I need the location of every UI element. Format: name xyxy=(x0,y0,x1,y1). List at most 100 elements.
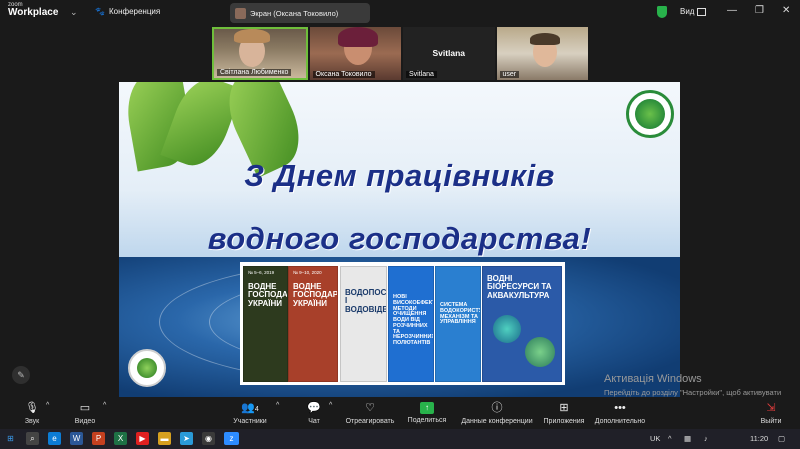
book-cover: СИСТЕМА ВОДОКОРИСТУВАННЯ. МЕХАНІЗМ ТА УП… xyxy=(435,266,481,382)
participant-strip: Світлана Любименко Оксана Токовило Svitl… xyxy=(212,27,588,80)
book-cover: НОВІ ВИСОКОЕФЕКТИВНІ МЕТОДИ ОЧИЩЕННЯ ВОД… xyxy=(388,266,434,382)
video-options-caret[interactable]: ^ xyxy=(103,402,106,409)
meeting-toolbar: 🎙 Звук ^ ▭ Видео ^ 👥4 Участники ^ 💬 Чат … xyxy=(0,399,800,429)
book-title: СИСТЕМА ВОДОКОРИСТУВАННЯ. МЕХАНІЗМ ТА УП… xyxy=(440,302,480,326)
heart-icon: ♡ xyxy=(365,402,375,414)
conference-label: Конференция xyxy=(108,7,161,16)
more-icon: ••• xyxy=(614,402,626,414)
book-issue: № 5–6, 2019 xyxy=(248,270,275,275)
windows-taskbar: ⊞ ⌕ e W P X ▶ ▬ ➤ ◉ z UK ^ ▦ ♪ 11:20 ▢ xyxy=(0,429,800,449)
participant-tile[interactable]: Svitlana Svitlana xyxy=(403,27,495,80)
participant-name: Оксана Токовило xyxy=(312,71,375,78)
chat-button[interactable]: 💬 Чат xyxy=(300,402,328,425)
tray-chevron-icon[interactable]: ^ xyxy=(668,434,672,443)
book-cover: № 9–10, 2020 ВОДНЕ ГОСПОДАРСТВО УКРАЇНИ xyxy=(288,266,338,382)
leave-icon: ⇲ xyxy=(766,402,776,414)
leave-button[interactable]: ⇲ Выйти xyxy=(757,402,785,425)
windows-activation-title: Активація Windows xyxy=(604,373,702,385)
participant-name: Svitlana xyxy=(406,71,437,78)
audio-label: Звук xyxy=(24,418,40,425)
book-cover: № 5–6, 2019 ВОДНЕ ГОСПОДАРСТВО УКРАЇНИ xyxy=(243,266,288,382)
view-label[interactable]: Вид xyxy=(680,7,694,16)
audio-options-caret[interactable]: ^ xyxy=(46,402,49,409)
presenter-avatar xyxy=(235,7,246,19)
edge-icon[interactable]: e xyxy=(48,432,61,445)
chrome-icon[interactable]: ◉ xyxy=(202,432,215,445)
screen-share-label: Экран (Оксана Токовило) xyxy=(250,8,339,18)
book-covers: № 5–6, 2019 ВОДНЕ ГОСПОДАРСТВО УКРАЇНИ №… xyxy=(240,262,565,385)
more-button[interactable]: ••• Дополнительно xyxy=(593,402,647,425)
zoom-logo: zoom Workplace xyxy=(8,2,58,18)
clock[interactable]: 11:20 xyxy=(750,434,768,443)
search-icon[interactable]: ⌕ xyxy=(26,432,39,445)
book-image xyxy=(493,315,521,343)
participants-label: Участники xyxy=(233,418,267,425)
participants-options-caret[interactable]: ^ xyxy=(276,402,279,409)
book-cover: ВОДОПОСТАЧАННЯ І ВОДОВІДВЕДЕННЯ xyxy=(340,266,387,382)
video-button[interactable]: ▭ Видео xyxy=(68,402,102,425)
volume-icon[interactable]: ♪ xyxy=(704,434,708,443)
participant-name: Світлана Любименко xyxy=(217,69,292,76)
university-emblem xyxy=(626,90,674,138)
more-label: Дополнительно xyxy=(594,418,646,425)
powerpoint-icon[interactable]: P xyxy=(92,432,105,445)
restore-icon[interactable]: ❐ xyxy=(755,5,764,16)
security-shield-icon[interactable] xyxy=(657,6,667,18)
participants-button[interactable]: 👥4 Участники xyxy=(228,402,272,425)
word-icon[interactable]: W xyxy=(70,432,83,445)
leave-label: Выйти xyxy=(760,418,782,425)
participant-tile[interactable]: Оксана Токовило xyxy=(309,27,401,80)
participants-icon: 👥4 xyxy=(241,402,259,414)
book-title: НОВІ ВИСОКОЕФЕКТИВНІ МЕТОДИ ОЧИЩЕННЯ ВОД… xyxy=(393,294,434,347)
conference-menu[interactable]: 🐾 Конференция xyxy=(95,7,160,16)
notifications-icon[interactable]: ▢ xyxy=(778,434,785,443)
share-label: Поделиться xyxy=(407,417,447,424)
library-emblem xyxy=(128,349,166,387)
participants-count: 4 xyxy=(254,406,259,413)
book-cover: ВОДНІ БІОРЕСУРСИ ТА АКВАКУЛЬТУРА xyxy=(482,266,562,382)
windows-start-icon[interactable]: ⊞ xyxy=(4,432,17,445)
participant-tile[interactable]: user xyxy=(496,27,588,80)
share-screen-button[interactable]: ↑ Поделиться xyxy=(405,402,449,424)
screen-share-indicator[interactable]: Экран (Оксана Токовило) xyxy=(230,3,370,23)
video-label: Видео xyxy=(74,418,96,425)
meeting-info-button[interactable]: ⓘ Данные конференции xyxy=(459,402,535,425)
apps-label: Приложения xyxy=(543,418,585,425)
paw-icon: 🐾 xyxy=(95,7,105,16)
share-screen-icon: ↑ xyxy=(420,402,434,414)
book-image xyxy=(525,337,555,367)
apps-button[interactable]: ⊞ Приложения xyxy=(541,402,587,425)
network-icon[interactable]: ▦ xyxy=(684,434,691,443)
telegram-icon[interactable]: ➤ xyxy=(180,432,193,445)
book-title: ВОДОПОСТАЧАННЯ І ВОДОВІДВЕДЕННЯ xyxy=(345,288,387,314)
info-icon: ⓘ xyxy=(491,402,503,414)
microphone-icon: 🎙 xyxy=(25,402,39,414)
zoom-taskbar-icon[interactable]: z xyxy=(224,432,239,445)
chat-options-caret[interactable]: ^ xyxy=(329,402,332,409)
participant-tile[interactable]: Світлана Любименко xyxy=(212,27,308,80)
audio-button[interactable]: 🎙 Звук xyxy=(18,402,46,425)
folder-icon[interactable]: ▬ xyxy=(158,432,171,445)
meeting-info-label: Данные конференции xyxy=(461,418,533,425)
participant-name: user xyxy=(499,71,520,78)
book-issue: № 9–10, 2020 xyxy=(293,270,322,275)
video-camera-icon: ▭ xyxy=(79,402,91,414)
participant-center-name: Svitlana xyxy=(432,48,466,58)
reactions-button[interactable]: ♡ Отреагировать xyxy=(343,402,397,425)
annotate-pencil-icon[interactable]: ✎ xyxy=(12,366,30,384)
top-bar: zoom Workplace ⌄ 🐾 Конференция Экран (Ок… xyxy=(0,0,800,26)
chevron-down-icon[interactable]: ⌄ xyxy=(70,7,78,18)
close-icon[interactable]: ✕ xyxy=(782,5,790,16)
view-grid-icon[interactable] xyxy=(697,8,706,16)
excel-icon[interactable]: X xyxy=(114,432,127,445)
language-indicator[interactable]: UK xyxy=(650,434,660,443)
logo-big-text: Workplace xyxy=(8,7,59,18)
reactions-label: Отреагировать xyxy=(345,418,395,425)
youtube-icon[interactable]: ▶ xyxy=(136,432,149,445)
participant-hair xyxy=(529,33,560,45)
participant-hair xyxy=(234,29,270,43)
participant-hair xyxy=(337,27,378,47)
minimize-icon[interactable]: — xyxy=(727,5,737,16)
apps-icon: ⊞ xyxy=(559,402,569,414)
slide-title-line1: З Днем працівників xyxy=(244,158,555,193)
